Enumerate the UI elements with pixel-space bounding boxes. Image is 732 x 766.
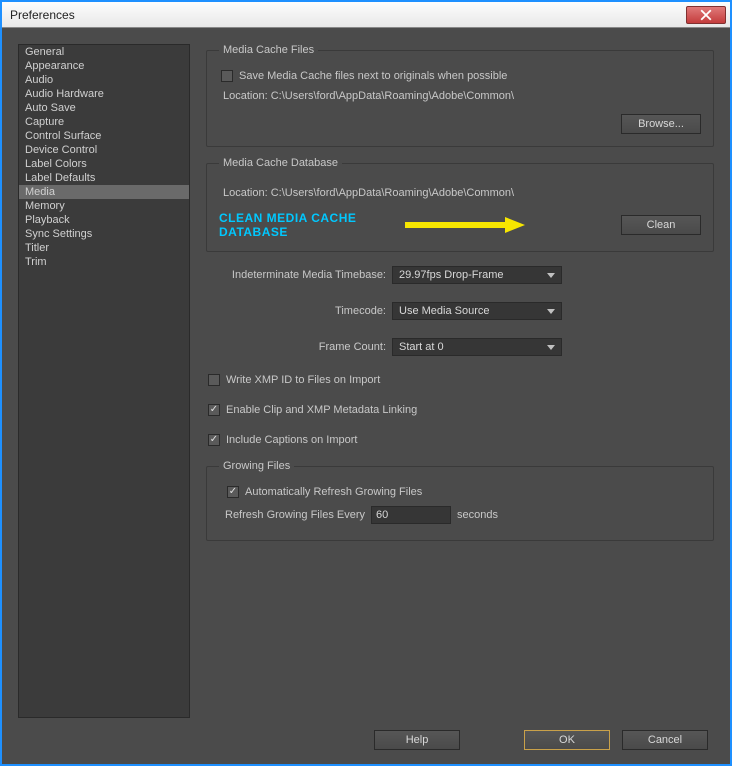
- window-title: Preferences: [10, 8, 686, 22]
- sidebar-item-titler[interactable]: Titler: [19, 241, 189, 255]
- sidebar-item-media[interactable]: Media: [19, 185, 189, 199]
- framecount-dropdown[interactable]: Start at 0: [392, 338, 562, 356]
- mcdb-location-path: C:\Users\ford\AppData\Roaming\Adobe\Comm…: [271, 187, 514, 199]
- growing-files-legend: Growing Files: [219, 460, 294, 472]
- timebase-label: Indeterminate Media Timebase:: [206, 269, 386, 281]
- media-cache-database-group: Media Cache Database Location: C:\Users\…: [206, 157, 714, 252]
- refresh-seconds-input[interactable]: [371, 506, 451, 524]
- close-icon: [700, 9, 712, 21]
- refresh-every-label-pre: Refresh Growing Files Every: [225, 509, 365, 521]
- enable-clip-xmp-checkbox[interactable]: [208, 404, 220, 416]
- media-cache-database-legend: Media Cache Database: [219, 157, 342, 169]
- main-area: General Appearance Audio Audio Hardware …: [18, 44, 714, 718]
- dialog-body: General Appearance Audio Audio Hardware …: [2, 28, 730, 764]
- media-cache-files-group: Media Cache Files Save Media Cache files…: [206, 44, 714, 147]
- auto-refresh-growing-label: Automatically Refresh Growing Files: [245, 486, 422, 498]
- sidebar-item-auto-save[interactable]: Auto Save: [19, 101, 189, 115]
- category-sidebar: General Appearance Audio Audio Hardware …: [18, 44, 190, 718]
- timebase-dropdown[interactable]: 29.97fps Drop-Frame: [392, 266, 562, 284]
- sidebar-item-capture[interactable]: Capture: [19, 115, 189, 129]
- mcf-location-path: C:\Users\ford\AppData\Roaming\Adobe\Comm…: [271, 90, 514, 102]
- arrow-right-icon: [405, 215, 525, 235]
- auto-refresh-growing-checkbox[interactable]: [227, 486, 239, 498]
- help-button[interactable]: Help: [374, 730, 460, 750]
- content-panel: Media Cache Files Save Media Cache files…: [206, 44, 714, 718]
- timecode-label: Timecode:: [206, 305, 386, 317]
- write-xmp-label: Write XMP ID to Files on Import: [226, 374, 380, 386]
- arrow-annotation: [405, 215, 525, 235]
- include-captions-checkbox[interactable]: [208, 434, 220, 446]
- enable-clip-xmp-label: Enable Clip and XMP Metadata Linking: [226, 404, 417, 416]
- sidebar-item-sync-settings[interactable]: Sync Settings: [19, 227, 189, 241]
- sidebar-item-label-colors[interactable]: Label Colors: [19, 157, 189, 171]
- clean-database-callout: CLEAN MEDIA CACHE DATABASE: [219, 211, 397, 239]
- refresh-every-label-post: seconds: [457, 509, 498, 521]
- sidebar-item-trim[interactable]: Trim: [19, 255, 189, 269]
- sidebar-item-audio[interactable]: Audio: [19, 73, 189, 87]
- mcdb-clean-button[interactable]: Clean: [621, 215, 701, 235]
- save-next-to-originals-checkbox[interactable]: [221, 70, 233, 82]
- close-button[interactable]: [686, 6, 726, 24]
- sidebar-item-control-surface[interactable]: Control Surface: [19, 129, 189, 143]
- include-captions-label: Include Captions on Import: [226, 434, 357, 446]
- sidebar-item-appearance[interactable]: Appearance: [19, 59, 189, 73]
- framecount-label: Frame Count:: [206, 341, 386, 353]
- sidebar-item-memory[interactable]: Memory: [19, 199, 189, 213]
- timecode-dropdown[interactable]: Use Media Source: [392, 302, 562, 320]
- mcdb-location-label: Location:: [223, 187, 268, 199]
- save-next-to-originals-label: Save Media Cache files next to originals…: [239, 70, 507, 82]
- ok-button[interactable]: OK: [524, 730, 610, 750]
- sidebar-item-playback[interactable]: Playback: [19, 213, 189, 227]
- sidebar-item-label-defaults[interactable]: Label Defaults: [19, 171, 189, 185]
- sidebar-item-general[interactable]: General: [19, 45, 189, 59]
- sidebar-item-device-control[interactable]: Device Control: [19, 143, 189, 157]
- mcf-location-label: Location:: [223, 90, 268, 102]
- sidebar-item-audio-hardware[interactable]: Audio Hardware: [19, 87, 189, 101]
- write-xmp-checkbox[interactable]: [208, 374, 220, 386]
- growing-files-group: Growing Files Automatically Refresh Grow…: [206, 460, 714, 541]
- mcf-browse-button[interactable]: Browse...: [621, 114, 701, 134]
- titlebar: Preferences: [2, 2, 730, 28]
- media-cache-files-legend: Media Cache Files: [219, 44, 318, 56]
- dialog-footer: Help OK Cancel: [18, 718, 714, 756]
- cancel-button[interactable]: Cancel: [622, 730, 708, 750]
